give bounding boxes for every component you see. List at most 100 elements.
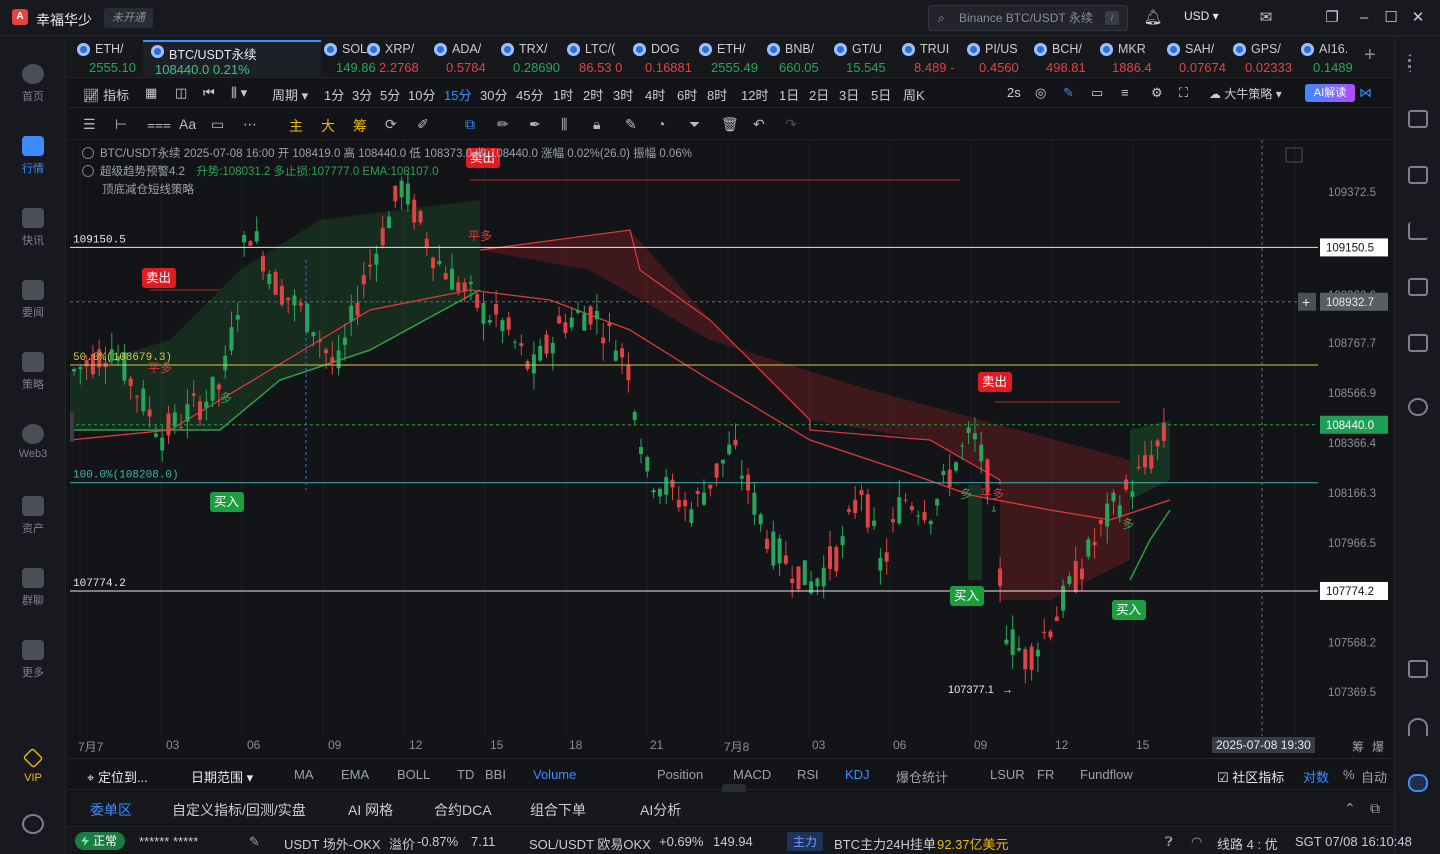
kline-chart[interactable]: 109150.5 107774.2 50.0%(108679.3) 100.0%(10… — [70, 140, 1390, 736]
search-input[interactable]: ⌕ Binance BTC/USDT 永续 / — [928, 5, 1128, 31]
ticker-tab[interactable]: TRUI 8.489 - — [902, 40, 964, 76]
watchlist-icon[interactable] — [1408, 54, 1428, 72]
community-indicator-button[interactable]: ☑ 社区指标 — [1217, 767, 1284, 786]
chip-toggle[interactable]: 筹 — [353, 116, 367, 136]
ruler-icon[interactable]: ▭ — [211, 116, 224, 133]
notes-icon[interactable] — [1408, 110, 1428, 128]
chart-type-icon[interactable]: ⫼ ▾ — [231, 85, 247, 101]
big-order-toggle[interactable]: 大 — [321, 116, 335, 136]
main-force-toggle[interactable]: 主 — [289, 116, 303, 136]
ticker-tab[interactable]: TRX/0.28690 — [501, 40, 563, 76]
share-icon[interactable]: ⋈ — [1359, 85, 1372, 101]
nav-item-chat[interactable]: 群聊 — [0, 568, 66, 608]
ai-interpret-button[interactable]: AI解读 — [1305, 84, 1355, 102]
log-scale-toggle[interactable]: 对数 — [1303, 767, 1329, 786]
chart-settings-icon[interactable] — [1285, 147, 1303, 163]
interval-option[interactable]: 4时 — [645, 85, 665, 104]
minimize-icon[interactable]: – — [1354, 8, 1374, 28]
order-tab[interactable]: 合约DCA — [434, 800, 492, 820]
indicator-option[interactable]: Position — [657, 767, 703, 782]
eye-icon[interactable] — [82, 165, 94, 177]
horizontal-line-icon[interactable]: ⊢ — [115, 116, 127, 133]
indicator-option[interactable]: LSUR — [990, 767, 1025, 782]
interval-option[interactable]: 周K — [903, 85, 925, 104]
indicator-button[interactable]: 📈︎ 指标 — [83, 85, 129, 104]
fullscreen-icon[interactable]: ⛶ — [1179, 85, 1188, 101]
interval-option[interactable]: 15分 — [444, 85, 471, 104]
settings-button[interactable] — [0, 814, 66, 838]
ticker-tab[interactable]: ETH/2555.49 — [699, 40, 761, 76]
ticker-tab[interactable]: PI/US 0.4560 — [967, 40, 1029, 76]
ticker-tab[interactable]: GPS/0.02333 — [1233, 40, 1295, 76]
layout-icon[interactable] — [1408, 660, 1428, 678]
close-icon[interactable]: ✕ — [1408, 8, 1428, 28]
trend-icon[interactable] — [1408, 222, 1428, 240]
ticker-tab[interactable]: BNB/660.05 — [767, 40, 829, 76]
camera-icon[interactable]: ◎ — [1035, 85, 1046, 101]
ticker-tab[interactable]: GT/U 15.545 — [834, 40, 896, 76]
nav-item-market[interactable]: 行情 — [0, 136, 66, 176]
masked-account[interactable]: ****** ***** — [139, 834, 198, 849]
order-tab[interactable]: AI 网格 — [348, 800, 393, 820]
window-layout-icon[interactable]: ❐ — [1322, 8, 1342, 28]
auto-scale-toggle[interactable]: 自动 — [1361, 767, 1387, 786]
exchange-icon[interactable] — [1408, 398, 1428, 416]
copy-icon[interactable]: ⧉ — [465, 116, 475, 133]
filter-icon[interactable]: ⏷ — [689, 116, 700, 133]
ticker-tab[interactable]: SAH/0.07674 — [1167, 40, 1229, 76]
interval-option[interactable]: 6时 — [677, 85, 697, 104]
nav-item-home[interactable]: 首页 — [0, 64, 66, 104]
multi-line-icon[interactable]: ⩶ — [147, 116, 171, 133]
indicator-option[interactable]: EMA — [341, 767, 369, 782]
interval-option[interactable]: 2时 — [583, 85, 603, 104]
bell-icon[interactable]: 🔔︎ — [1143, 8, 1163, 28]
list-icon[interactable]: ≡ — [1121, 85, 1129, 100]
collapse-icon[interactable] — [82, 147, 94, 159]
dollar-icon[interactable] — [1408, 166, 1428, 184]
interval-option[interactable]: 5日 — [871, 85, 891, 104]
nav-item-flash[interactable]: 快讯 — [0, 208, 66, 248]
nav-item-more[interactable]: 更多 — [0, 640, 66, 680]
text-icon[interactable]: Aa — [179, 116, 196, 132]
trash-icon[interactable]: 🗑︎ — [721, 116, 739, 133]
monitor-icon[interactable] — [1408, 278, 1428, 296]
nav-item-articles[interactable]: 要闻 — [0, 280, 66, 320]
lock-icon[interactable]: 🔒︎ — [593, 116, 600, 133]
ticker-tab[interactable]: XRP/2.2768 — [367, 40, 429, 76]
popout-icon[interactable]: ⧉ — [1370, 800, 1380, 817]
magnet-icon[interactable]: ◔ — [657, 116, 665, 132]
highlighter-icon[interactable]: ✒ — [529, 116, 541, 133]
ticker-tab[interactable]: ETH/2555.10 — [77, 40, 139, 76]
order-tab[interactable]: 委单区 — [90, 800, 132, 820]
corner-toggle[interactable]: 筹 — [1352, 738, 1364, 755]
interval-option[interactable]: 1分 — [324, 85, 344, 104]
interval-option[interactable]: 1时 — [553, 85, 573, 104]
ticker-tab[interactable]: LTC/(86.53 0 — [567, 40, 629, 76]
comment-icon[interactable]: ▭ — [1091, 85, 1103, 101]
panel-toggle-handle[interactable] — [722, 784, 746, 792]
interval-option[interactable]: 30分 — [480, 85, 507, 104]
order-tab[interactable]: 自定义指标/回测/实盘 — [172, 800, 306, 820]
help-icon[interactable]: ❓︎ — [1165, 834, 1173, 850]
currency-select[interactable]: USD ▾ — [1184, 9, 1219, 23]
indicator-option[interactable]: KDJ — [845, 767, 870, 782]
interval-option[interactable]: 5分 — [380, 85, 400, 104]
more-icon[interactable]: ⋯ — [243, 116, 257, 133]
strategy-select[interactable]: ☁ 大牛策略 ▾ — [1209, 85, 1282, 102]
calendar-icon[interactable]: ▦ — [145, 85, 157, 101]
gear-icon[interactable]: ⚙ — [1151, 85, 1163, 101]
interval-option[interactable]: 10分 — [408, 85, 435, 104]
menu-icon[interactable]: ☰ — [83, 116, 96, 133]
ticker-tab[interactable]: ADA/0.5784 — [434, 40, 496, 76]
ticker-tab[interactable]: BTC/USDT永续 108440.0 0.21% — [143, 40, 321, 77]
nav-item-vip[interactable]: VIP — [0, 747, 66, 784]
mail-icon[interactable]: ✉ — [1256, 8, 1276, 28]
indicator-option[interactable]: FR — [1037, 767, 1054, 782]
candle-icon[interactable]: ⫼ — [561, 116, 567, 133]
order-tab[interactable]: 组合下单 — [530, 800, 586, 820]
undo-icon[interactable]: ↶ — [753, 116, 765, 133]
assistant-bot-icon[interactable] — [1408, 774, 1428, 792]
indicator-option[interactable]: MA — [294, 767, 314, 782]
interval-option[interactable]: 45分 — [516, 85, 543, 104]
ticker-tab[interactable]: DOG 0.16881 — [633, 40, 695, 76]
